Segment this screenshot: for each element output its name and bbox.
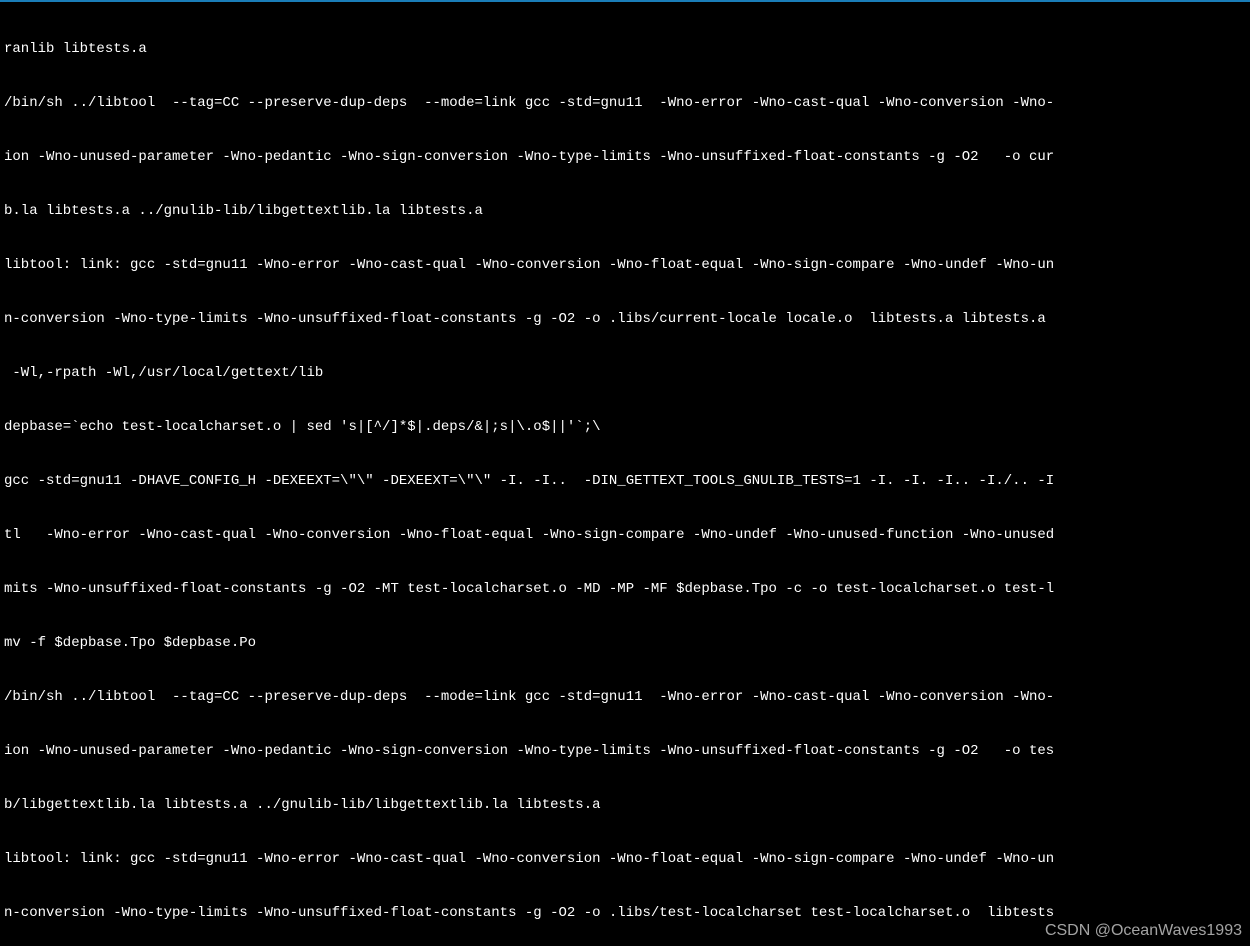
output-line: n-conversion -Wno-type-limits -Wno-unsuf…: [4, 310, 1246, 328]
output-line: depbase=`echo test-localcharset.o | sed …: [4, 418, 1246, 436]
output-line: b/libgettextlib.la libtests.a ../gnulib-…: [4, 796, 1246, 814]
output-line: n-conversion -Wno-type-limits -Wno-unsuf…: [4, 904, 1246, 922]
output-line: mv -f $depbase.Tpo $depbase.Po: [4, 634, 1246, 652]
output-line: libtool: link: gcc -std=gnu11 -Wno-error…: [4, 256, 1246, 274]
output-line: gcc -std=gnu11 -DHAVE_CONFIG_H -DEXEEXT=…: [4, 472, 1246, 490]
output-line: /bin/sh ../libtool --tag=CC --preserve-d…: [4, 688, 1246, 706]
output-line: -Wl,-rpath -Wl,/usr/local/gettext/lib: [4, 364, 1246, 382]
output-line: libtool: link: gcc -std=gnu11 -Wno-error…: [4, 850, 1246, 868]
output-line: mits -Wno-unsuffixed-float-constants -g …: [4, 580, 1246, 598]
output-line: tl -Wno-error -Wno-cast-qual -Wno-conver…: [4, 526, 1246, 544]
terminal-output[interactable]: ranlib libtests.a /bin/sh ../libtool --t…: [0, 2, 1250, 946]
output-line: b.la libtests.a ../gnulib-lib/libgettext…: [4, 202, 1246, 220]
output-line: ion -Wno-unused-parameter -Wno-pedantic …: [4, 148, 1246, 166]
output-line: ion -Wno-unused-parameter -Wno-pedantic …: [4, 742, 1246, 760]
output-line: ranlib libtests.a: [4, 40, 1246, 58]
output-line: /bin/sh ../libtool --tag=CC --preserve-d…: [4, 94, 1246, 112]
